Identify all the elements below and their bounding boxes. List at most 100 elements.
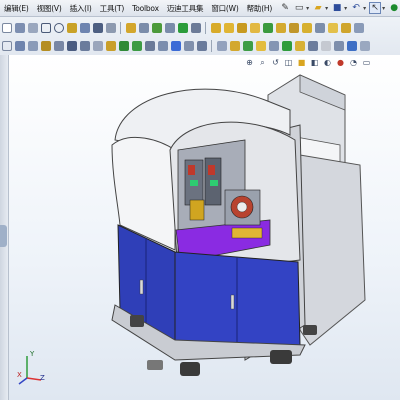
undo-icon[interactable]: ↶	[350, 2, 362, 14]
zebra-stripes-icon[interactable]	[307, 40, 318, 51]
feature-manager-collapsed[interactable]	[0, 55, 9, 400]
hole-icon[interactable]	[288, 22, 299, 33]
reference-geometry-icon[interactable]	[353, 22, 364, 33]
boundary-icon[interactable]	[262, 22, 273, 33]
heads-up-view-toolbar: ⊕ ⌕ ↺ ◫ ■ ◧ ◐ ● ◔ ▭	[243, 57, 373, 69]
axis-y-label: Y	[30, 350, 35, 358]
trim-icon[interactable]	[125, 22, 136, 33]
draft-analysis-icon[interactable]	[333, 40, 344, 51]
circle-icon[interactable]	[53, 22, 64, 33]
assembly-features-icon[interactable]	[105, 40, 116, 51]
menu-toolbox[interactable]: Toolbox	[128, 4, 163, 13]
insert-component-icon[interactable]	[27, 40, 38, 51]
menu-window[interactable]: 窗口(W)	[207, 3, 242, 14]
pin-icon[interactable]: ✎	[279, 2, 291, 14]
interference-icon[interactable]	[170, 40, 181, 51]
spline-icon[interactable]	[79, 22, 90, 33]
draft-icon[interactable]	[340, 22, 351, 33]
shell-icon[interactable]	[314, 22, 325, 33]
select-dropdown-icon[interactable]: ▾	[382, 5, 385, 12]
display-style-icon[interactable]: ◧	[310, 58, 320, 68]
import-diagnostics-icon[interactable]	[281, 40, 292, 51]
parting-line-icon[interactable]	[359, 40, 370, 51]
linear-pattern-icon[interactable]	[53, 40, 64, 51]
exploded-view-icon[interactable]	[157, 40, 168, 51]
mass-properties-icon[interactable]	[229, 40, 240, 51]
toolbar-separator	[205, 21, 206, 34]
display-relations-icon[interactable]	[190, 22, 201, 33]
pattern-icon[interactable]	[151, 22, 162, 33]
new-assembly-icon[interactable]	[14, 40, 25, 51]
bill-of-materials-icon[interactable]	[144, 40, 155, 51]
section-properties-icon[interactable]	[242, 40, 253, 51]
zoom-to-fit-icon[interactable]: ⊕	[245, 58, 255, 68]
hide-show-icon[interactable]: ◐	[323, 58, 333, 68]
deviation-analysis-icon[interactable]	[294, 40, 305, 51]
menu-maidi-tools[interactable]: 迈迪工具集	[163, 3, 208, 14]
clearance-icon[interactable]	[183, 40, 194, 51]
smart-dimension-icon[interactable]	[14, 22, 25, 33]
rectangle-icon[interactable]	[40, 22, 51, 33]
axis-z-label: Z	[40, 374, 45, 382]
panel-expand-handle[interactable]	[0, 225, 7, 247]
axis-x-label: X	[17, 371, 22, 379]
menu-tools[interactable]: 工具(T)	[96, 3, 128, 14]
view-orientation-icon[interactable]: ■	[297, 58, 307, 68]
mate-icon[interactable]	[40, 40, 51, 51]
select-pointer-icon[interactable]: ↖	[369, 2, 382, 14]
check-icon[interactable]	[255, 40, 266, 51]
menu-edit[interactable]: 编辑(E)	[0, 3, 33, 14]
curvature-icon[interactable]	[320, 40, 331, 51]
model-view[interactable]	[9, 55, 400, 400]
sketch-icon[interactable]	[1, 22, 12, 33]
move-icon[interactable]	[164, 22, 175, 33]
rebuild-icon[interactable]: ●	[388, 2, 400, 14]
arc-icon[interactable]	[66, 22, 77, 33]
mirror-icon[interactable]	[138, 22, 149, 33]
standard-toolbar: ✎ ▭ ▾ ▰ ▾ ■ ▾ ↶ ▾ ↖ ▾ ●	[278, 2, 400, 14]
new-dropdown-icon[interactable]: ▾	[306, 5, 309, 12]
reference-icon[interactable]	[118, 40, 129, 51]
cut-icon[interactable]	[275, 22, 286, 33]
menu-help[interactable]: 帮助(H)	[243, 3, 277, 14]
sweep-icon[interactable]	[236, 22, 247, 33]
new-document-icon[interactable]: ▭	[293, 2, 305, 14]
previous-view-icon[interactable]: ↺	[271, 58, 281, 68]
offset-icon[interactable]	[105, 22, 116, 33]
toolbar-separator	[211, 39, 212, 52]
axis-triad: Y X Z	[17, 350, 47, 386]
save-icon[interactable]: ■	[331, 2, 343, 14]
undo-dropdown-icon[interactable]: ▾	[363, 5, 366, 12]
toolbar-row-1	[0, 19, 365, 36]
smart-fasteners-icon[interactable]	[66, 40, 77, 51]
menu-insert[interactable]: 插入(I)	[66, 3, 96, 14]
open-dropdown-icon[interactable]: ▾	[325, 5, 328, 12]
loft-icon[interactable]	[249, 22, 260, 33]
menu-bar: 编辑(E) 视图(V) 插入(I) 工具(T) Toolbox 迈迪工具集 窗口…	[0, 0, 400, 17]
relation-icon[interactable]	[177, 22, 188, 33]
show-hidden-icon[interactable]	[92, 40, 103, 51]
appearance-icon[interactable]: ●	[336, 58, 346, 68]
geometry-analysis-icon[interactable]	[268, 40, 279, 51]
section-view-icon[interactable]: ◫	[284, 58, 294, 68]
menu-view[interactable]: 视图(V)	[33, 3, 66, 14]
move-component-icon[interactable]	[79, 40, 90, 51]
rib-icon[interactable]	[327, 22, 338, 33]
scene-icon[interactable]: ◔	[349, 58, 359, 68]
toolbar-separator	[120, 21, 121, 34]
hole-alignment-icon[interactable]	[196, 40, 207, 51]
chamfer-icon[interactable]	[301, 22, 312, 33]
zoom-area-icon[interactable]: ⌕	[258, 58, 268, 68]
new-motion-study-icon[interactable]	[131, 40, 142, 51]
revolve-icon[interactable]	[223, 22, 234, 33]
save-dropdown-icon[interactable]: ▾	[344, 5, 347, 12]
line-icon[interactable]	[27, 22, 38, 33]
measure-icon[interactable]	[216, 40, 227, 51]
open-folder-icon[interactable]: ▰	[312, 2, 324, 14]
extrude-icon[interactable]	[210, 22, 221, 33]
undercut-icon[interactable]	[346, 40, 357, 51]
new-part-icon[interactable]	[1, 40, 12, 51]
fillet-icon[interactable]	[92, 22, 103, 33]
view-settings-icon[interactable]: ▭	[362, 58, 372, 68]
graphics-area[interactable]: Y X Z	[9, 55, 400, 400]
